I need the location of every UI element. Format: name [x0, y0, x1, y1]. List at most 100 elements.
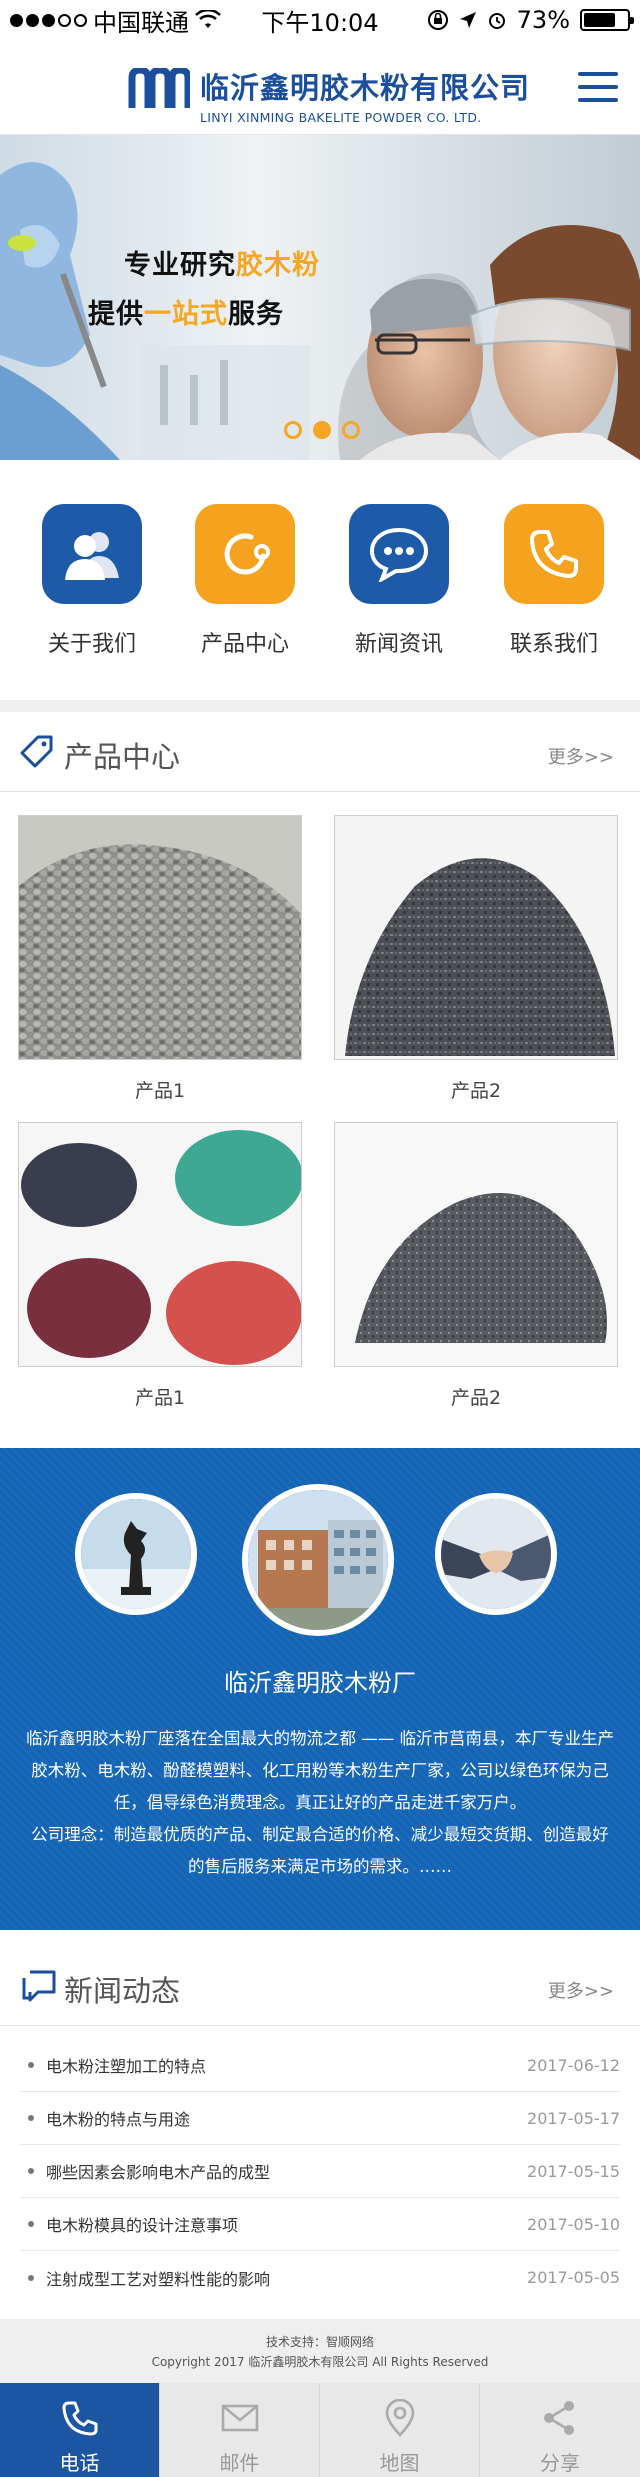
tech-support-text: 技术支持：智顺网络 — [265, 2335, 374, 2349]
product-card[interactable]: 产品2 — [334, 1122, 618, 1410]
hero-banner[interactable]: 专业研究胶木粉 提供一站式服务 — [0, 135, 640, 460]
phone-icon — [504, 504, 604, 604]
bullet — [28, 2115, 34, 2121]
news-item[interactable]: 哪些因素会影响电木产品的成型 2017-05-15 — [20, 2145, 620, 2198]
news-date: 2017-05-05 — [527, 2268, 620, 2287]
refresh-icon — [195, 504, 295, 604]
tab-map[interactable]: 地图 — [320, 2383, 480, 2477]
news-title: 电木粉的特点与用途 — [46, 2110, 191, 2129]
news-item[interactable]: 电木粉的特点与用途 2017-05-17 — [20, 2092, 620, 2145]
product-image — [18, 1122, 302, 1367]
battery-level — [584, 13, 615, 27]
alarm-icon — [488, 13, 505, 29]
banner-text: 提供 — [88, 299, 144, 330]
battery-icon — [580, 9, 634, 31]
product-image — [334, 1122, 618, 1367]
slide-dot-2[interactable] — [313, 421, 331, 439]
banner-text: 专业研究 — [124, 250, 236, 281]
phone-icon — [62, 2401, 97, 2436]
news-more-link[interactable]: 更多>> — [548, 1977, 614, 2003]
banner-headline: 专业研究胶木粉 — [124, 243, 320, 282]
chat-icon — [349, 504, 449, 604]
news-date: 2017-05-17 — [527, 2108, 620, 2128]
news-section-header: 新闻动态 更多>> — [0, 1946, 640, 2026]
nav-news[interactable]: 新闻资讯 — [339, 504, 459, 658]
company-logo-icon[interactable] — [128, 68, 190, 110]
about-paragraph: 临沂鑫明胶木粉厂座落在全国最大的物流之都 —— 临沂市莒南县，本厂专业生产胶木粉… — [26, 1729, 614, 1812]
nav-about-us[interactable]: 关于我们 — [32, 504, 152, 658]
banner-text: 服务 — [228, 299, 284, 330]
news-item[interactable]: 电木粉模具的设计注意事项 2017-05-10 — [20, 2198, 620, 2251]
brand[interactable]: 临沂鑫明胶木粉有限公司 LINYI XINMING BAKELITE POWDE… — [200, 65, 530, 125]
rotation-lock-icon — [427, 10, 448, 30]
bullet — [28, 2062, 34, 2068]
about-title: 临沂鑫明胶木粉厂 — [224, 1669, 416, 1697]
bullet — [28, 2221, 34, 2227]
status-right: 73% — [427, 6, 634, 34]
slide-dot-1[interactable] — [284, 421, 302, 439]
tab-phone[interactable]: 电话 — [0, 2383, 160, 2477]
about-paragraph: 公司理念：制造最优质的产品、制定最合适的价格、减少最短交货期、创造最好的售后服务… — [31, 1825, 609, 1876]
tag-icon — [20, 735, 53, 768]
nav-label: 产品中心 — [200, 632, 289, 657]
chat-bubble-icon — [22, 1970, 56, 2002]
news-item[interactable]: 电木粉注塑加工的特点 2017-06-12 — [20, 2039, 620, 2092]
news-date: 2017-05-10 — [527, 2214, 620, 2234]
product-name: 产品2 — [450, 1387, 502, 1409]
battery-percent: 73% — [516, 6, 570, 34]
banner-highlight: 一站式 — [144, 299, 228, 330]
section-divider — [0, 700, 640, 712]
slide-dot-3[interactable] — [342, 421, 360, 439]
products-section-title: 产品中心 — [64, 740, 181, 774]
tab-label: 电话 — [59, 2451, 100, 2475]
bullet — [28, 2274, 34, 2281]
site-header: 临沂鑫明胶木粉有限公司 LINYI XINMING BAKELITE POWDE… — [0, 40, 640, 135]
products-section-header: 产品中心 更多>> — [0, 712, 640, 792]
news-date: 2017-06-12 — [527, 2055, 620, 2075]
banner-subline: 提供一站式服务 — [88, 292, 284, 331]
news-title: 电木粉注塑加工的特点 — [46, 2057, 207, 2076]
quick-nav: 关于我们 产品中心 新闻资讯 联系我们 — [0, 460, 640, 700]
tab-label: 分享 — [540, 2451, 580, 2475]
brand-name-en: LINYI XINMING BAKELITE POWDER CO. LTD. — [200, 110, 482, 125]
products-more-link[interactable]: 更多>> — [548, 743, 614, 769]
handshake-image — [435, 1493, 557, 1615]
news-list: 电木粉注塑加工的特点 2017-06-12 电木粉的特点与用途 2017-05-17… — [20, 2039, 620, 2304]
about-section: 临沂鑫明胶木粉厂 临沂鑫明胶木粉厂座落在全国最大的物流之都 —— 临沂市莒南县，… — [0, 1448, 640, 1930]
tab-label: 地图 — [379, 2451, 420, 2475]
product-name: 产品1 — [134, 1080, 186, 1102]
tab-label: 邮件 — [219, 2451, 260, 2475]
nav-label: 关于我们 — [47, 632, 136, 657]
site-footer: 技术支持：智顺网络 Copyright 2017 临沂鑫明胶木有限公司 All … — [0, 2319, 640, 2383]
product-card[interactable]: 产品1 — [18, 1122, 302, 1410]
location-icon — [459, 12, 476, 28]
banner-highlight: 胶木粉 — [236, 250, 320, 281]
news-item[interactable]: 注射成型工艺对塑料性能的影响 2017-05-05 — [20, 2251, 620, 2304]
about-description: 临沂鑫明胶木粉厂座落在全国最大的物流之都 —— 临沂市莒南县，本厂专业生产胶木粉… — [24, 1723, 616, 1883]
product-name: 产品2 — [450, 1080, 502, 1102]
news-title: 哪些因素会影响电木产品的成型 — [46, 2163, 271, 2182]
product-image — [18, 815, 302, 1060]
map-pin-icon — [385, 2398, 414, 2437]
mail-icon — [221, 2404, 258, 2432]
share-icon — [544, 2401, 574, 2435]
tab-share[interactable]: 分享 — [480, 2383, 640, 2477]
product-card[interactable]: 产品1 — [18, 815, 302, 1103]
news-section-title: 新闻动态 — [64, 1974, 181, 2008]
bullet — [28, 2168, 34, 2174]
news-date: 2017-05-15 — [527, 2161, 620, 2181]
nav-label: 新闻资讯 — [354, 632, 443, 657]
tab-mail[interactable]: 邮件 — [160, 2383, 320, 2477]
news-title: 注射成型工艺对塑料性能的影响 — [46, 2269, 271, 2289]
brand-name-cn: 临沂鑫明胶木粉有限公司 — [200, 71, 531, 105]
menu-icon[interactable] — [578, 72, 618, 102]
slide-indicators — [284, 421, 360, 439]
chess-image — [75, 1493, 197, 1615]
copyright-text: Copyright 2017 临沂鑫明胶木有限公司 All Rights Res… — [151, 2355, 489, 2369]
nav-label: 联系我们 — [509, 632, 598, 657]
nav-contact[interactable]: 联系我们 — [494, 504, 614, 658]
product-card[interactable]: 产品2 — [334, 815, 618, 1103]
nav-products[interactable]: 产品中心 — [185, 504, 305, 658]
product-image — [334, 815, 618, 1060]
news-title: 电木粉模具的设计注意事项 — [46, 2216, 239, 2235]
